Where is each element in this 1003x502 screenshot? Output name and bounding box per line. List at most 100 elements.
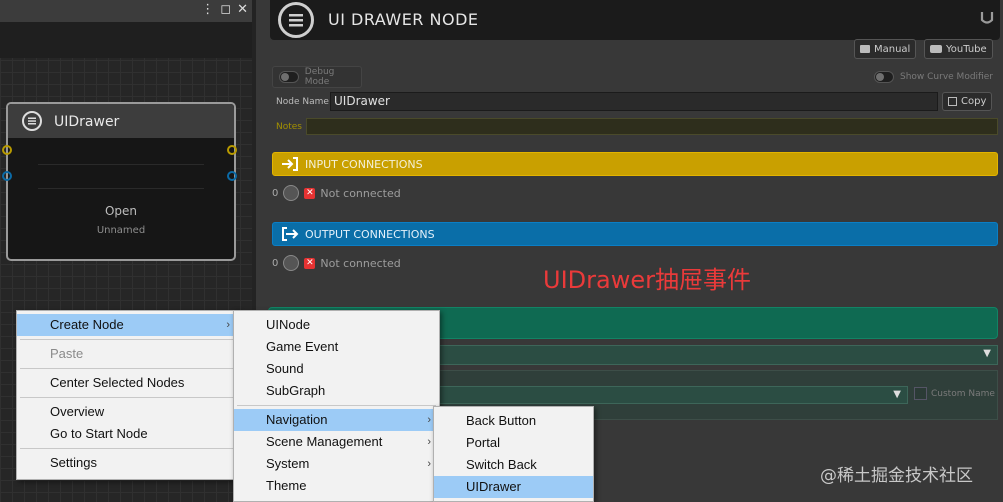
menu-item-label: Portal: [466, 435, 500, 450]
copy-icon: [948, 97, 957, 106]
menu-item-subgraph[interactable]: SubGraph: [234, 380, 439, 402]
menu-separator: [237, 405, 436, 406]
inspector-title: UI DRAWER NODE: [328, 10, 479, 29]
menu-item-create-node[interactable]: Create Node ›: [17, 314, 238, 336]
node-title: UIDrawer: [54, 114, 120, 130]
copy-label: Copy: [961, 96, 987, 107]
maximize-icon[interactable]: ◻: [220, 2, 231, 17]
menu-item-label: Overview: [50, 404, 105, 419]
menu-item-label: Scene Management: [266, 434, 383, 449]
show-curve-modifier-toggle[interactable]: Show Curve Modifier: [874, 66, 998, 88]
menu-item-system[interactable]: System ›: [234, 453, 439, 475]
link-icon[interactable]: [283, 185, 300, 201]
chevron-down-icon: ▼: [893, 389, 901, 400]
menu-item-center-selected-nodes[interactable]: Center Selected Nodes: [17, 372, 238, 394]
menu-list-icon: [278, 2, 314, 38]
copy-button[interactable]: Copy: [942, 92, 993, 111]
output-connection-count: 0: [272, 257, 279, 269]
custom-name-label: Custom Name: [931, 388, 995, 399]
manual-button[interactable]: Manual: [854, 39, 917, 59]
menu-item-label: Back Button: [466, 413, 537, 428]
input-connection-row: 0 ✕ Not connected: [272, 185, 401, 201]
show-curve-modifier-label: Show Curve Modifier: [900, 72, 993, 82]
menu-separator: [20, 339, 235, 340]
menu-item-overview[interactable]: Overview: [17, 401, 238, 423]
window-controls: ⋮ ◻ ✕: [201, 2, 248, 17]
node-header: UIDrawer: [8, 104, 234, 138]
disconnected-icon: ✕: [304, 187, 316, 199]
output-connections-label: OUTPUT CONNECTIONS: [305, 227, 435, 241]
menu-item-label: Theme: [266, 478, 307, 493]
node-open-label: Open: [104, 204, 138, 218]
menu-item-settings[interactable]: Settings: [17, 452, 238, 474]
input-connections-header[interactable]: INPUT CONNECTIONS: [272, 152, 998, 176]
input-connection-status: Not connected: [320, 186, 401, 200]
menu-item-switch-back[interactable]: Switch Back: [434, 454, 593, 476]
toggle-switch: [279, 71, 299, 83]
output-port-left[interactable]: [2, 171, 12, 181]
menu-item-label: Center Selected Nodes: [50, 375, 185, 390]
graph-node-uidrawer[interactable]: UIDrawer Open Unnamed: [6, 102, 236, 261]
menu-item-scene-management[interactable]: Scene Management ›: [234, 431, 439, 453]
chevron-right-icon: ›: [427, 436, 431, 448]
info-icon[interactable]: [283, 255, 300, 271]
menu-item-label: System: [266, 456, 310, 471]
menu-item-theme[interactable]: Theme: [234, 475, 439, 497]
menu-item-go-to-start-node[interactable]: Go to Start Node: [17, 423, 238, 445]
menu-item-label: Navigation: [266, 412, 328, 427]
menu-item-uinode[interactable]: UINode: [234, 314, 439, 336]
disconnected-icon: ✕: [304, 257, 316, 269]
menu-separator: [20, 368, 235, 369]
inspector-header: UI DRAWER NODE: [270, 0, 1000, 40]
toggle-switch: [874, 71, 894, 83]
annotation-text: UIDrawer抽屉事件: [543, 266, 751, 294]
watermark: @稀土掘金技术社区: [820, 466, 973, 486]
manual-label: Manual: [874, 43, 911, 55]
notes-label: Notes: [276, 122, 302, 132]
menu-item-label: Switch Back: [466, 457, 537, 472]
node-name-input[interactable]: UIDrawer: [330, 92, 938, 111]
menu-item-back-button[interactable]: Back Button: [434, 410, 593, 432]
close-icon[interactable]: ✕: [237, 2, 248, 17]
node-name-label: Unnamed: [96, 225, 146, 236]
menu-separator: [20, 448, 235, 449]
output-arrow-icon: [281, 227, 299, 241]
input-connection-count: 0: [272, 187, 279, 199]
input-port-right[interactable]: [227, 145, 237, 155]
navigation-submenu: Back Button Portal Switch Back UIDrawer: [433, 406, 594, 502]
output-port-right[interactable]: [227, 171, 237, 181]
graph-header-strip: [0, 22, 252, 58]
output-connection-status: Not connected: [320, 256, 401, 270]
menu-item-game-event[interactable]: Game Event: [234, 336, 439, 358]
book-icon: [860, 45, 870, 53]
input-arrow-icon: [281, 157, 299, 171]
notes-input[interactable]: [306, 118, 998, 135]
node-divider: [38, 164, 204, 165]
more-options-icon[interactable]: ⋮: [201, 2, 214, 17]
menu-item-uidrawer[interactable]: UIDrawer: [434, 476, 593, 498]
menu-item-label: UIDrawer: [466, 479, 521, 494]
output-connection-row: 0 ✕ Not connected: [272, 255, 401, 271]
input-port-left[interactable]: [2, 145, 12, 155]
debug-mode-label: Debug Mode: [304, 67, 335, 87]
menu-item-portal[interactable]: Portal: [434, 432, 593, 454]
menu-item-navigation[interactable]: Navigation ›: [234, 409, 439, 431]
unity-logo-icon: [980, 10, 994, 26]
chevron-down-icon: ▼: [983, 348, 991, 359]
menu-item-label: SubGraph: [266, 383, 326, 398]
graph-toolbar: ⋮ ◻ ✕: [0, 0, 252, 23]
menu-item-label: UINode: [266, 317, 311, 332]
context-menu: Create Node › Paste Center Selected Node…: [16, 310, 239, 480]
output-connections-header[interactable]: OUTPUT CONNECTIONS: [272, 222, 998, 246]
custom-name-toggle[interactable]: Custom Name: [914, 387, 995, 400]
menu-item-label: Settings: [50, 455, 97, 470]
menu-item-paste[interactable]: Paste: [17, 343, 238, 365]
node-name-label: Node Name: [276, 97, 329, 107]
menu-item-label: Go to Start Node: [50, 426, 148, 441]
debug-mode-toggle[interactable]: Debug Mode: [272, 66, 362, 88]
chevron-right-icon: ›: [427, 458, 431, 470]
checkbox[interactable]: [914, 387, 927, 400]
menu-item-sound[interactable]: Sound: [234, 358, 439, 380]
youtube-label: YouTube: [946, 43, 987, 55]
youtube-button[interactable]: YouTube: [924, 39, 993, 59]
